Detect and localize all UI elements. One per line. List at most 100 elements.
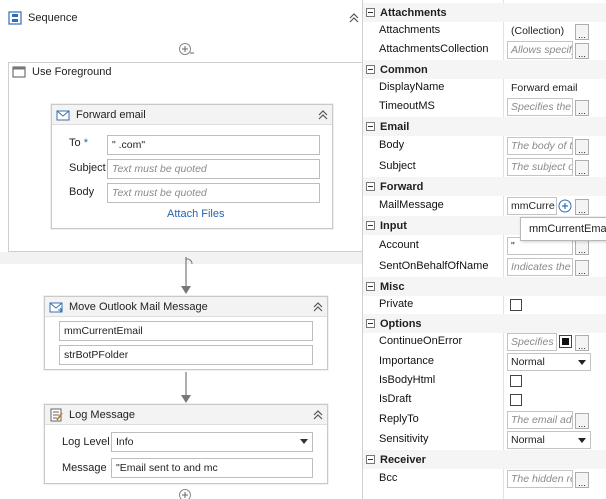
prop-row-is-body-html[interactable]: IsBodyHtml [363, 371, 606, 391]
prop-row-timeout[interactable]: TimeoutMS Specifies the a ... [363, 97, 606, 117]
add-activity-icon[interactable] [178, 488, 194, 499]
prop-row-reply-to[interactable]: ReplyTo The email addr ... [363, 410, 606, 430]
collapse-category-icon[interactable] [366, 455, 375, 464]
body-field[interactable]: Text must be quoted [107, 183, 320, 203]
prop-value[interactable]: The body of th [507, 137, 573, 155]
collapse-log-message-icon[interactable] [312, 409, 323, 420]
prop-row-continue-on-error[interactable]: ContinueOnError Specifies t ... [363, 332, 606, 352]
ellipsis-button[interactable]: ... [575, 239, 589, 255]
prop-value[interactable]: mmCurre [507, 197, 557, 215]
prop-row-private[interactable]: Private [363, 295, 606, 315]
prop-value[interactable]: The subject of [507, 158, 573, 176]
chevron-down-icon [578, 360, 586, 365]
ellipsis-button[interactable]: ... [575, 100, 589, 116]
sequence-header[interactable]: Sequence [8, 8, 78, 27]
prop-name: Body [379, 139, 405, 151]
prop-row-mail-message[interactable]: MailMessage mmCurre ... [363, 196, 606, 216]
ellipsis-button[interactable]: ... [575, 160, 589, 176]
ellipsis-button[interactable]: ... [575, 24, 589, 40]
collapse-category-icon[interactable] [366, 8, 375, 17]
add-circle-icon[interactable] [558, 199, 572, 216]
collapse-category-icon[interactable] [366, 122, 375, 131]
use-foreground-header[interactable]: Use Foreground [12, 62, 112, 81]
prop-name: IsDraft [379, 393, 412, 405]
category-common[interactable]: Common [363, 60, 606, 79]
autocomplete-tooltip[interactable]: mmCurrentEmail [520, 217, 606, 241]
ellipsis-button[interactable]: ... [575, 335, 589, 351]
collapse-sequence-icon[interactable] [348, 12, 359, 23]
prop-row-sent-on-behalf[interactable]: SentOnBehalfOfName Indicates the e ... [363, 257, 606, 277]
private-checkbox[interactable] [510, 299, 522, 311]
prop-name: Importance [379, 355, 435, 367]
prop-row-subject[interactable]: Subject The subject of ... [363, 157, 606, 177]
prop-value[interactable]: The email addr [507, 411, 573, 429]
prop-value[interactable]: Specifies the a [507, 98, 573, 116]
forward-email-title: Forward email [76, 108, 146, 121]
category-email[interactable]: Email [363, 117, 606, 136]
is-draft-checkbox[interactable] [510, 394, 522, 406]
folder-field[interactable]: strBotPFolder [59, 345, 313, 365]
collapse-category-icon[interactable] [366, 221, 375, 230]
prop-row-importance[interactable]: Importance Normal [363, 352, 606, 372]
subject-field[interactable]: Text must be quoted [107, 159, 320, 179]
prop-row-attachments-collection[interactable]: AttachmentsCollection Allows specify ... [363, 40, 606, 60]
category-options[interactable]: Options [363, 314, 606, 333]
collapse-forward-email-icon[interactable] [317, 109, 328, 120]
forward-email-header[interactable]: Forward email [52, 105, 332, 125]
prop-row-display-name[interactable]: DisplayName Forward email [363, 78, 606, 98]
category-forward[interactable]: Forward [363, 177, 606, 196]
ellipsis-button[interactable]: ... [575, 199, 589, 215]
mail-message-field[interactable]: mmCurrentEmail [59, 321, 313, 341]
ellipsis-button[interactable]: ... [575, 260, 589, 276]
prop-value[interactable]: Allows specify [507, 41, 573, 59]
category-receiver[interactable]: Receiver [363, 450, 606, 469]
sequence-title: Sequence [28, 11, 78, 24]
workflow-designer: Sequence Use Foreground Forward email To… [0, 0, 364, 499]
move-mail-header[interactable]: Move Outlook Mail Message [45, 297, 327, 317]
message-field[interactable]: "Email sent to and mc [111, 458, 313, 478]
use-foreground-title: Use Foreground [32, 65, 112, 78]
collapse-category-icon[interactable] [366, 65, 375, 74]
log-level-select[interactable]: Info [111, 432, 313, 452]
log-message-title: Log Message [69, 408, 136, 421]
ellipsis-button[interactable]: ... [575, 413, 589, 429]
prop-value[interactable]: Specifies t [507, 333, 557, 351]
prop-row-attachments[interactable]: Attachments (Collection) ... [363, 21, 606, 41]
category-misc[interactable]: Misc [363, 277, 606, 296]
chevron-down-icon [300, 439, 308, 444]
expression-toggle[interactable] [559, 335, 572, 348]
prop-row-is-draft[interactable]: IsDraft [363, 390, 606, 410]
sensitivity-select[interactable]: Normal [507, 431, 591, 449]
attach-files-link[interactable]: Attach Files [167, 208, 224, 220]
prop-name: Sensitivity [379, 433, 429, 445]
prop-name: Bcc [379, 472, 398, 484]
category-attachments[interactable]: Attachments [363, 3, 606, 22]
prop-value[interactable]: Indicates the e [507, 258, 573, 276]
to-label: To * [69, 137, 88, 149]
prop-name: DisplayName [379, 81, 445, 93]
body-label: Body [69, 186, 95, 198]
log-icon [49, 408, 63, 422]
ellipsis-button[interactable]: ... [575, 472, 589, 488]
prop-row-bcc[interactable]: Bcc The hidden re ... [363, 469, 606, 489]
importance-select[interactable]: Normal [507, 353, 591, 371]
prop-name: AttachmentsCollection [379, 43, 489, 55]
prop-value[interactable]: The hidden re [507, 470, 573, 488]
collapse-category-icon[interactable] [366, 282, 375, 291]
move-mail-icon [49, 300, 63, 314]
add-activity-icon[interactable] [178, 42, 194, 59]
window-icon [12, 65, 26, 79]
log-level-label: Log Level [62, 436, 110, 448]
collapse-category-icon[interactable] [366, 319, 375, 328]
is-body-html-checkbox[interactable] [510, 375, 522, 387]
prop-value[interactable]: Forward email [507, 79, 597, 97]
collapse-move-mail-icon[interactable] [312, 301, 323, 312]
to-field[interactable]: " .com" [107, 135, 320, 155]
ellipsis-button[interactable]: ... [575, 139, 589, 155]
sequence-icon [8, 10, 22, 25]
ellipsis-button[interactable]: ... [575, 43, 589, 59]
prop-row-sensitivity[interactable]: Sensitivity Normal [363, 430, 606, 450]
log-message-header[interactable]: Log Message [45, 405, 327, 425]
prop-row-body[interactable]: Body The body of th ... [363, 136, 606, 156]
collapse-category-icon[interactable] [366, 182, 375, 191]
